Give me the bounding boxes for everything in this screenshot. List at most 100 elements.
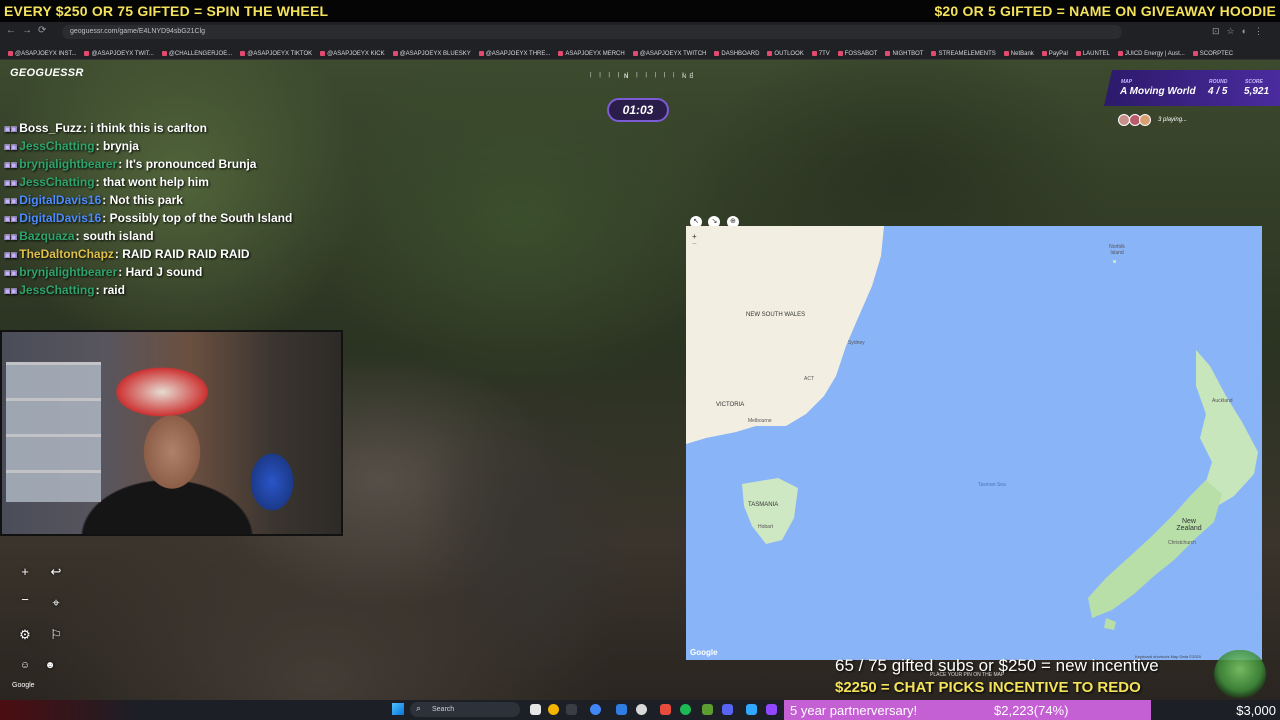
bookmark-item[interactable]: @ASAPJOEYX TWIT... [84,51,153,57]
chat-username[interactable]: JessChatting [19,139,94,153]
undo-move-icon[interactable]: ↩ [46,562,66,582]
url-field[interactable]: geoguessr.com/game/E4LNYD94sbG21Clg [62,25,1122,39]
round-label: ROUND [1209,79,1228,85]
map-label-tasman-sea: Tasman Sea [978,482,1006,488]
return-to-start-icon[interactable]: ⌖ [46,593,66,613]
bookmarks-bar: @ASAPJOEYX INST... @ASAPJOEYX TWIT... @CHA… [0,42,1280,60]
map-landmass [686,226,1258,630]
chat-username[interactable]: JessChatting [19,283,94,297]
bookmark-item[interactable]: PayPal [1042,51,1068,57]
settings-gear-icon[interactable]: ⚙ [15,625,35,645]
bookmark-item[interactable]: DASHBOARD [714,51,759,57]
bookmark-item[interactable]: 7TV [812,51,830,57]
compass-north: N [624,74,632,80]
app-icon[interactable] [566,704,577,715]
chat-username[interactable]: DigitalDavis16 [19,193,101,207]
streamer-avatar-overlay [1214,650,1266,698]
new-zealand-south-island [1088,480,1222,618]
bookmark-item[interactable]: @ASAPJOEYX INST... [8,51,76,57]
bookmark-item[interactable]: JUICD Energy | Aust... [1118,51,1185,57]
map-zoom-controls: + − [692,232,697,248]
spotify-icon[interactable] [680,704,691,715]
chat-badge-icon: ▣▣ [4,162,18,169]
app-icon[interactable] [660,704,671,715]
bookmark-item[interactable]: LAUNTEL [1076,51,1110,57]
players-indicator[interactable]: 3 playing... [1118,114,1187,128]
taskbar-search-label: Search [432,706,455,713]
bookmark-item[interactable]: SCORPTEC [1193,51,1233,57]
geoguessr-logo: GEOGUESSR [10,67,84,79]
bookmark-item[interactable]: NetBank [1004,51,1034,57]
map-zoom-out-button[interactable]: − [692,239,697,248]
bookmark-item[interactable]: @ASAPJOEYX TWITCH [633,51,707,57]
goal-target-text: $3,000 [1236,703,1276,718]
zoom-out-button[interactable]: − [15,590,35,610]
photoshop-icon[interactable] [746,704,757,715]
chat-message: ▣▣ JessChatting: brynja [4,138,304,156]
chat-username[interactable]: TheDaltonChapz [19,247,114,261]
app-icon[interactable] [590,704,601,715]
minecraft-icon[interactable] [702,704,713,715]
chat-overlay: ▣▣ Boss_Fuzz: i think this is carlton ▣▣ Je… [4,120,304,300]
chat-text: RAID RAID RAID RAID [122,247,250,261]
map-label-nsw: NEW SOUTH WALES [746,312,806,318]
bookmark-item[interactable]: OUTLOOK [767,51,803,57]
player-avatar [1139,114,1152,126]
chat-message: ▣▣ brynjalightbearer: Hard J sound [4,264,304,282]
browser-nav-icons[interactable]: ←→⟳ [6,25,52,36]
chat-username[interactable]: Bazquaza [19,229,74,243]
app-icon[interactable] [616,704,627,715]
zoom-in-button[interactable]: + [15,562,35,582]
chat-username[interactable]: DigitalDavis16 [19,211,101,225]
bookmark-item[interactable]: @ASAPJOEYX KICK [320,51,384,57]
map-label-act: ACT [804,376,814,382]
bookmark-item[interactable]: @ASAPJOEYX THRE... [479,51,551,57]
chat-message: ▣▣ DigitalDavis16: Possibly top of the So… [4,210,304,228]
bookmark-item[interactable]: ASAPJOEYX MERCH [558,51,624,57]
chat-separator: : [75,229,83,243]
chat-message: ▣▣ JessChatting: that wont help him [4,174,304,192]
windows-start-icon[interactable] [392,703,404,715]
chrome-icon[interactable] [548,704,559,715]
chat-text: south island [82,229,154,243]
hoodie-banner: $20 OR 5 GIFTED = NAME ON GIVEAWAY HOODI… [934,3,1276,19]
chat-username[interactable]: brynjalightbearer [19,157,117,171]
chat-separator: : [102,211,110,225]
bookmark-item[interactable]: @ASAPJOEYX BLUESKY [393,51,471,57]
bookmark-item[interactable]: @CHALLENGERJOE... [162,51,232,57]
chat-username[interactable]: JessChatting [19,175,94,189]
chat-username[interactable]: brynjalightbearer [19,265,117,279]
players-icon[interactable]: ☺ [15,656,35,676]
browser-tool-icons[interactable]: ⊡☆◐⋮ [1212,26,1270,37]
chat-separator: : [102,193,110,207]
discord-icon[interactable] [722,704,733,715]
guess-map[interactable]: NEW SOUTH WALES Sydney ACT VICTORIA Melb… [686,226,1262,660]
bookmark-item[interactable]: NIGHTBOT [885,51,923,57]
bookmark-item[interactable]: STREAMELEMENTS [931,51,995,57]
flag-icon[interactable]: ⚐ [46,625,66,645]
task-view-icon[interactable] [530,704,541,715]
map-label-victoria: VICTORIA [716,402,745,408]
map-label: MAP [1121,79,1133,85]
chat-text: brynja [102,139,139,153]
chat-text: that wont help him [102,175,209,189]
chat-message: ▣▣ Bazquaza: south island [4,228,304,246]
taskbar-search[interactable]: ⌕ Search [410,702,520,717]
chat-message: ▣▣ Boss_Fuzz: i think this is carlton [4,120,304,138]
webcam-shelf [6,362,101,502]
chat-message: ▣▣ DigitalDavis16: Not this park [4,192,304,210]
webcam-feed [0,330,343,536]
compass-strip: | | | | | | | | | | | | N NE [589,72,697,80]
app-icon[interactable] [636,704,647,715]
emote-icon[interactable]: ☻ [40,656,60,676]
chat-badge-icon: ▣▣ [4,144,18,151]
twitch-icon[interactable] [766,704,777,715]
map-label-melbourne: Melbourne [748,418,772,424]
chat-username[interactable]: Boss_Fuzz [19,121,82,135]
bookmark-item[interactable]: @ASAPJOEYX TIKTOK [240,51,312,57]
stewart-island [1104,618,1116,630]
screen: EVERY $250 OR 75 GIFTED = SPIN THE WHEEL… [0,0,1280,720]
chat-badge-icon: ▣▣ [4,288,18,295]
chat-text: It's pronounced Brunja [125,157,257,171]
bookmark-item[interactable]: FOSSABOT [838,51,878,57]
